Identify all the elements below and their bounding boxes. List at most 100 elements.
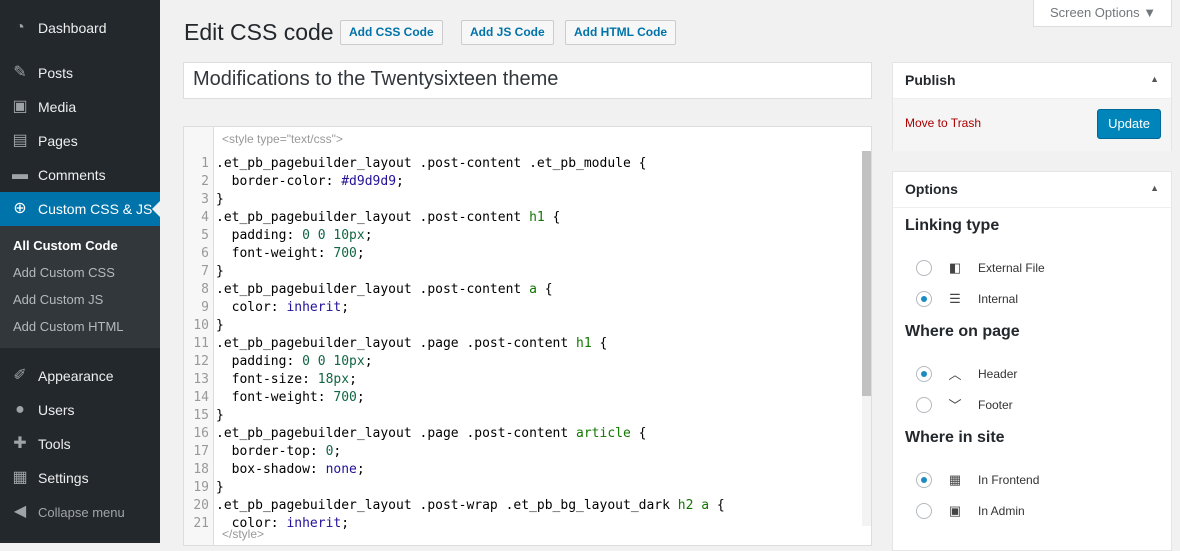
line-number: 5 (201, 228, 209, 243)
admin-sidebar: ◔ Dashboard ✎ Posts ▣ Media ▤ Pages ▬ Comments ⊕ Cu… (0, 0, 160, 543)
submenu-item-add-custom-html[interactable]: Add Custom HTML (0, 313, 160, 340)
code-line: 20 .et_pb_pagebuilder_layout .post-wrap .… (184, 497, 864, 515)
section-where-in-site: Where in site (905, 429, 1005, 446)
media-icon: ▣ (12, 98, 28, 115)
code-line: 18 box-shadow: none; (184, 461, 864, 479)
line-number: 19 (193, 480, 209, 495)
screen-options-button[interactable]: Screen Options ▼ (1033, 0, 1172, 27)
sidebar-item-tools[interactable]: ✚ Tools (0, 427, 160, 461)
user-icon: ● (15, 401, 25, 418)
line-number: 3 (201, 192, 209, 207)
wrench-icon: ✚ (13, 435, 27, 452)
code-line: 1 .et_pb_pagebuilder_layout .post-content… (184, 155, 864, 173)
option-in-frontend[interactable]: ▦ In Frontend (893, 464, 1171, 495)
option-external-file[interactable]: ◧ External File (893, 252, 1171, 283)
code-text: .et_pb_pagebuilder_layout .post-content … (216, 282, 553, 297)
code-text: .et_pb_pagebuilder_layout .page .post-co… (216, 336, 608, 351)
add-css-code-button[interactable]: Add CSS Code (340, 20, 443, 45)
code-text: padding: 0 0 10px; (216, 228, 373, 243)
code-text: font-weight: 700; (216, 246, 365, 261)
code-line: 6 font-weight: 700; (184, 245, 864, 263)
code-line: 21 color: inherit; (184, 515, 864, 533)
close-style-tag: </style> (222, 527, 265, 541)
code-line: 12 padding: 0 0 10px; (184, 353, 864, 371)
title-input[interactable]: Modifications to the Twentysixteen theme (183, 62, 872, 99)
move-to-trash-link[interactable]: Move to Trash (905, 116, 981, 130)
code-text: border-color: #d9d9d9; (216, 174, 404, 189)
code-text: padding: 0 0 10px; (216, 354, 373, 369)
code-line: 5 padding: 0 0 10px; (184, 227, 864, 245)
plus-circle-icon: ⊕ (13, 200, 27, 217)
pin-icon: ✎ (13, 64, 27, 81)
sidebar-item-media[interactable]: ▣ Media (0, 90, 160, 124)
open-style-tag: <style type="text/css"> (222, 132, 343, 146)
publish-box: Publish ▲ Move to Trash Update (892, 62, 1172, 151)
sidebar-item-appearance[interactable]: ✐ Appearance (0, 359, 160, 393)
chevron-up-icon: ︿ (948, 367, 962, 382)
collapse-toggle-icon[interactable]: ▲ (1150, 183, 1159, 193)
code-text: .et_pb_pagebuilder_layout .page .post-co… (216, 426, 647, 441)
submenu-item-all-custom-code[interactable]: All Custom Code (0, 232, 160, 259)
code-line: 15} (184, 407, 864, 425)
line-number: 8 (201, 282, 209, 297)
code-line: 8 .et_pb_pagebuilder_layout .post-content… (184, 281, 864, 299)
code-text: .et_pb_pagebuilder_layout .post-content … (216, 156, 647, 171)
page-title: Edit CSS code (184, 19, 334, 45)
line-number: 12 (193, 354, 209, 369)
option-footer[interactable]: ﹀ Footer (893, 389, 1171, 420)
code-text: } (216, 480, 224, 495)
line-number: 10 (193, 318, 209, 333)
code-line: 14 font-weight: 700; (184, 389, 864, 407)
options-title: Options (905, 181, 958, 197)
radio-button[interactable] (916, 502, 932, 519)
code-line: 4 .et_pb_pagebuilder_layout .post-content… (184, 209, 864, 227)
scrollbar-thumb[interactable] (862, 151, 871, 396)
code-text: font-weight: 700; (216, 390, 365, 405)
publish-title: Publish (905, 72, 956, 88)
code-text: .et_pb_pagebuilder_layout .post-content … (216, 210, 561, 225)
line-number: 16 (193, 426, 209, 441)
line-number: 13 (193, 372, 209, 387)
code-text: font-size: 18px; (216, 372, 357, 387)
radio-button[interactable] (916, 290, 932, 307)
option-in-admin[interactable]: ▣ In Admin (893, 495, 1171, 526)
code-line: 2 border-color: #d9d9d9; (184, 173, 864, 191)
update-button[interactable]: Update (1097, 109, 1161, 139)
line-number: 2 (201, 174, 209, 189)
code-line: 13 font-size: 18px; (184, 371, 864, 389)
radio-button[interactable] (916, 396, 932, 413)
code-text: box-shadow: none; (216, 462, 365, 477)
radio-button[interactable] (916, 259, 932, 276)
line-number: 11 (193, 336, 209, 351)
code-text: } (216, 264, 224, 279)
sidebar-item-users[interactable]: ● Users (0, 393, 160, 427)
sidebar-item-custom-css-js[interactable]: ⊕ Custom CSS & JS (0, 192, 160, 226)
editor-scrollbar[interactable] (862, 151, 871, 526)
radio-button[interactable] (916, 365, 932, 382)
line-number: 17 (193, 444, 209, 459)
submenu-item-add-custom-css[interactable]: Add Custom CSS (0, 259, 160, 286)
brush-icon: ✐ (13, 367, 27, 384)
add-html-code-button[interactable]: Add HTML Code (565, 20, 677, 45)
code-editor[interactable]: <style type="text/css"> 1 .et_pb_pagebuil… (183, 126, 872, 546)
submenu-item-add-custom-js[interactable]: Add Custom JS (0, 286, 160, 313)
code-text: .et_pb_pagebuilder_layout .post-wrap .et… (216, 498, 725, 513)
add-js-code-button[interactable]: Add JS Code (461, 20, 554, 45)
align-left-icon: ☰ (949, 290, 961, 306)
option-internal[interactable]: ☰ Internal (893, 283, 1171, 314)
line-number: 9 (201, 300, 209, 315)
option-header[interactable]: ︿ Header (893, 358, 1171, 389)
line-number: 21 (193, 516, 209, 531)
code-line: 19} (184, 479, 864, 497)
sidebar-item-posts[interactable]: ✎ Posts (0, 56, 160, 90)
options-box: Options ▲ Linking type ◧ External File ☰ Inte… (892, 171, 1172, 551)
code-line: 10} (184, 317, 864, 335)
collapse-toggle-icon[interactable]: ▲ (1150, 74, 1159, 84)
line-number: 14 (193, 390, 209, 405)
sidebar-item-dashboard[interactable]: ◔ Dashboard (0, 11, 160, 45)
radio-button[interactable] (916, 471, 932, 488)
collapse-menu-button[interactable]: ◀ Collapse menu (0, 495, 160, 529)
sidebar-item-comments[interactable]: ▬ Comments (0, 158, 160, 192)
sidebar-item-settings[interactable]: ▦ Settings (0, 461, 160, 495)
sidebar-item-pages[interactable]: ▤ Pages (0, 124, 160, 158)
